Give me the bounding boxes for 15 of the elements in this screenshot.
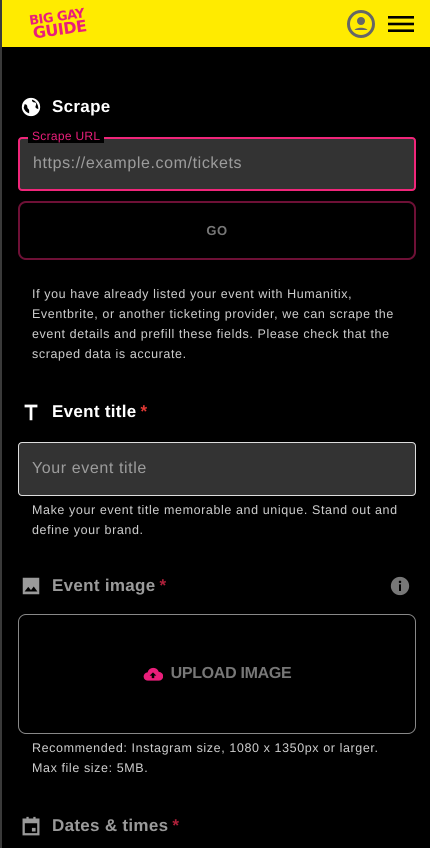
section-title: Event image *	[52, 576, 166, 596]
help-text: Recommended: Instagram size, 1080 x 1350px or larger. Max file size: 5MB.	[32, 740, 380, 777]
event-title-field[interactable]: Your event title	[18, 442, 416, 496]
section-title: Event title *	[52, 402, 148, 422]
cloud-upload-icon	[142, 666, 163, 682]
section-title: Scrape	[52, 97, 111, 117]
menu-button[interactable]	[388, 14, 414, 34]
field-label: Scrape URL	[28, 129, 104, 143]
user-icon[interactable]	[346, 8, 376, 38]
help-text: If you have already listed your event with Humanitix, Eventbrite, or another ticketing provider, we can scrape the event details and prefill these fields. Please check that the scraped data is accurate.	[32, 286, 395, 363]
upload-image-button[interactable]: UPLOAD IMAGE	[18, 614, 416, 734]
help-text: Make your event title memorable and unique. Stand out and define your brand.	[32, 502, 399, 539]
info-icon[interactable]	[390, 576, 410, 596]
logo[interactable]: BIG GAY GUIDE	[28, 8, 88, 40]
section-title: Dates & times *	[52, 816, 180, 836]
